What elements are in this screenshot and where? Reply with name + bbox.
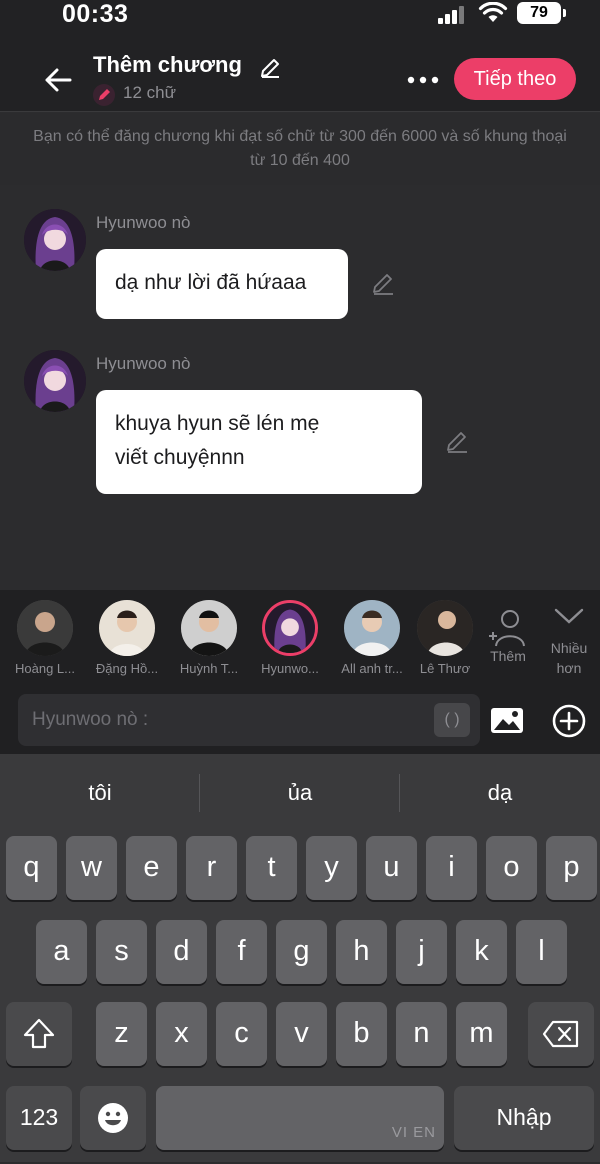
key-z[interactable]: z xyxy=(96,1002,147,1066)
edit-message-pencil-icon[interactable] xyxy=(444,429,470,455)
message-text-line: khuya hyun sẽ lén mẹ xyxy=(115,412,320,435)
key-x[interactable]: x xyxy=(156,1002,207,1066)
wifi-icon xyxy=(478,2,508,22)
character-avatar xyxy=(262,600,318,656)
avatar[interactable] xyxy=(24,209,86,271)
backspace-icon xyxy=(542,1020,579,1048)
shift-key[interactable] xyxy=(6,1002,72,1066)
key-n[interactable]: n xyxy=(396,1002,447,1066)
character-avatar xyxy=(344,600,400,656)
key-k[interactable]: k xyxy=(456,920,507,984)
numbers-key[interactable]: 123 xyxy=(6,1086,72,1150)
suggestion-item[interactable]: tôi xyxy=(0,768,200,818)
add-content-plus-icon[interactable] xyxy=(552,704,586,738)
key-i[interactable]: i xyxy=(426,836,477,900)
message-text-line: viết chuyệnnn xyxy=(115,446,245,469)
top-app-bar: Thêm chương 12 chữ Tiếp theo xyxy=(0,40,600,112)
suggestion-item[interactable]: dạ xyxy=(400,768,600,818)
key-c[interactable]: c xyxy=(216,1002,267,1066)
key-h[interactable]: h xyxy=(336,920,387,984)
key-v[interactable]: v xyxy=(276,1002,327,1066)
language-hint: VI EN xyxy=(391,1124,436,1141)
word-count-pencil-icon xyxy=(93,84,115,106)
character-item[interactable]: Lê Thươ xyxy=(414,600,476,676)
cellular-signal-icon xyxy=(438,6,466,24)
sender-name: Hyunwoo nò xyxy=(96,354,191,373)
more-options-icon[interactable] xyxy=(405,64,441,96)
key-e[interactable]: e xyxy=(126,836,177,900)
character-item-selected[interactable]: Hyunwo... xyxy=(250,600,330,676)
key-u[interactable]: u xyxy=(366,836,417,900)
more-characters-button[interactable]: Nhiều hơn xyxy=(542,604,596,680)
key-o[interactable]: o xyxy=(486,836,537,900)
avatar[interactable] xyxy=(24,350,86,412)
character-avatar xyxy=(99,600,155,656)
more-label-line: hơn xyxy=(556,660,582,676)
key-a[interactable]: a xyxy=(36,920,87,984)
character-name: All anh tr... xyxy=(341,661,403,676)
character-item[interactable]: Huỳnh T... xyxy=(169,600,249,676)
chat-area: Hyunwoo nò dạ như lời đã hứaaa Hyunwoo n… xyxy=(0,185,600,590)
word-count: 12 chữ xyxy=(123,83,176,102)
character-item[interactable]: All anh tr... xyxy=(332,600,412,676)
return-key[interactable]: Nhập xyxy=(454,1086,594,1150)
key-s[interactable]: s xyxy=(96,920,147,984)
key-w[interactable]: w xyxy=(66,836,117,900)
character-avatar xyxy=(417,600,473,656)
back-arrow-icon[interactable] xyxy=(42,64,74,96)
character-avatar xyxy=(181,600,237,656)
backspace-key[interactable] xyxy=(528,1002,594,1066)
sender-name: Hyunwoo nò xyxy=(96,213,191,232)
add-person-icon xyxy=(489,610,525,647)
shift-arrow-icon xyxy=(23,1018,55,1049)
edit-message-pencil-icon[interactable] xyxy=(370,271,396,297)
key-b[interactable]: b xyxy=(336,1002,387,1066)
key-r[interactable]: r xyxy=(186,836,237,900)
character-name: Lê Thươ xyxy=(419,661,471,676)
character-avatar xyxy=(17,600,73,656)
key-t[interactable]: t xyxy=(246,836,297,900)
battery-icon: 79 xyxy=(517,2,566,24)
key-y[interactable]: y xyxy=(306,836,357,900)
character-item[interactable]: Đặng Hồ... xyxy=(87,600,167,676)
keyboard: tôi ủa dạ 123 VI EN Nhập qwertyuiop asdfg… xyxy=(0,754,600,1162)
message-bubble[interactable]: khuya hyun sẽ lén mẹ viết chuyệnnn xyxy=(96,390,422,494)
character-name: Huỳnh T... xyxy=(179,661,239,676)
key-p[interactable]: p xyxy=(546,836,597,900)
space-key[interactable]: VI EN xyxy=(156,1086,444,1150)
page-title: Thêm chương xyxy=(93,52,242,77)
key-d[interactable]: d xyxy=(156,920,207,984)
message-input[interactable] xyxy=(18,694,480,746)
chapter-requirements-notice: Bạn có thể đăng chương khi đạt số chữ từ… xyxy=(0,113,600,185)
character-name: Hyunwo... xyxy=(261,661,319,676)
chevron-down-icon xyxy=(554,608,584,624)
key-l[interactable]: l xyxy=(516,920,567,984)
key-g[interactable]: g xyxy=(276,920,327,984)
message-input-bar: ( ) xyxy=(0,690,600,754)
status-time: 00:33 xyxy=(62,0,129,28)
character-name: Hoàng L... xyxy=(15,661,75,676)
status-bar: 00:33 79 xyxy=(0,0,600,40)
more-label-line: Nhiều xyxy=(550,640,588,656)
add-character-label: Thêm xyxy=(490,648,526,664)
image-icon[interactable] xyxy=(490,704,524,736)
emoji-icon xyxy=(98,1103,128,1133)
message-text: dạ như lời đã hứaaa xyxy=(115,271,307,294)
emoji-key[interactable] xyxy=(80,1086,146,1150)
next-button[interactable]: Tiếp theo xyxy=(454,58,576,100)
key-q[interactable]: q xyxy=(6,836,57,900)
edit-title-pencil-icon[interactable] xyxy=(258,56,282,80)
character-name: Đặng Hồ... xyxy=(95,661,159,676)
character-item[interactable]: Hoàng L... xyxy=(5,600,85,676)
key-j[interactable]: j xyxy=(396,920,447,984)
narration-toggle-button[interactable]: ( ) xyxy=(434,703,470,737)
suggestion-item[interactable]: ủa xyxy=(200,768,400,818)
more-characters-label: Nhiều hơn xyxy=(542,638,596,678)
key-m[interactable]: m xyxy=(456,1002,507,1066)
add-character-button[interactable]: Thêm xyxy=(484,608,532,668)
message-bubble[interactable]: dạ như lời đã hứaaa xyxy=(96,249,348,319)
key-f[interactable]: f xyxy=(216,920,267,984)
